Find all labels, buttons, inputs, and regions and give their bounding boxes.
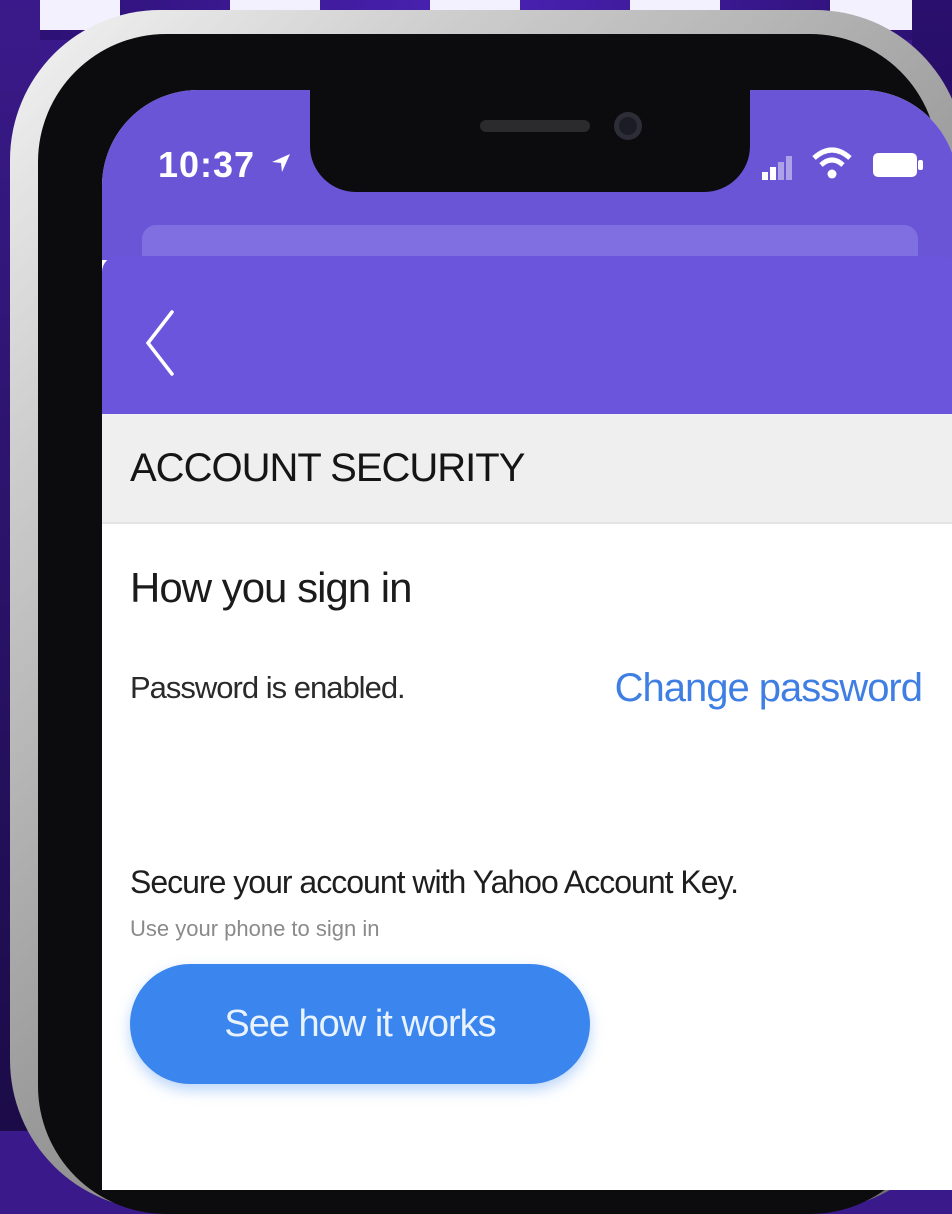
password-status: Password is enabled. [130, 670, 406, 705]
phone-frame: 10:37 ACCOUNT SECURITY How you sign in P… [10, 10, 952, 1214]
wifi-icon [812, 147, 852, 179]
speaker-grille [480, 120, 590, 132]
chevron-left-icon[interactable] [140, 308, 180, 378]
signin-heading: How you sign in [130, 564, 412, 611]
account-key-title: Secure your account with Yahoo Account K… [130, 864, 739, 900]
signal-icon [762, 156, 792, 180]
see-how-it-works-button[interactable]: See how it works [130, 964, 590, 1084]
phone-bezel: 10:37 ACCOUNT SECURITY How you sign in P… [38, 34, 952, 1214]
change-password-link[interactable]: Change password [615, 666, 923, 711]
location-arrow-icon [272, 154, 290, 172]
security-content: How you sign in Password is enabled. Cha… [102, 524, 952, 1190]
app-header [102, 256, 952, 414]
status-time: 10:37 [158, 144, 256, 185]
phone-screen: 10:37 ACCOUNT SECURITY How you sign in P… [102, 90, 952, 1190]
section-title: ACCOUNT SECURITY [130, 446, 525, 490]
section-header: ACCOUNT SECURITY [102, 414, 952, 524]
battery-icon [873, 153, 923, 177]
phone-notch [310, 90, 750, 192]
account-key-subtitle: Use your phone to sign in [130, 916, 380, 941]
front-camera [614, 112, 642, 140]
